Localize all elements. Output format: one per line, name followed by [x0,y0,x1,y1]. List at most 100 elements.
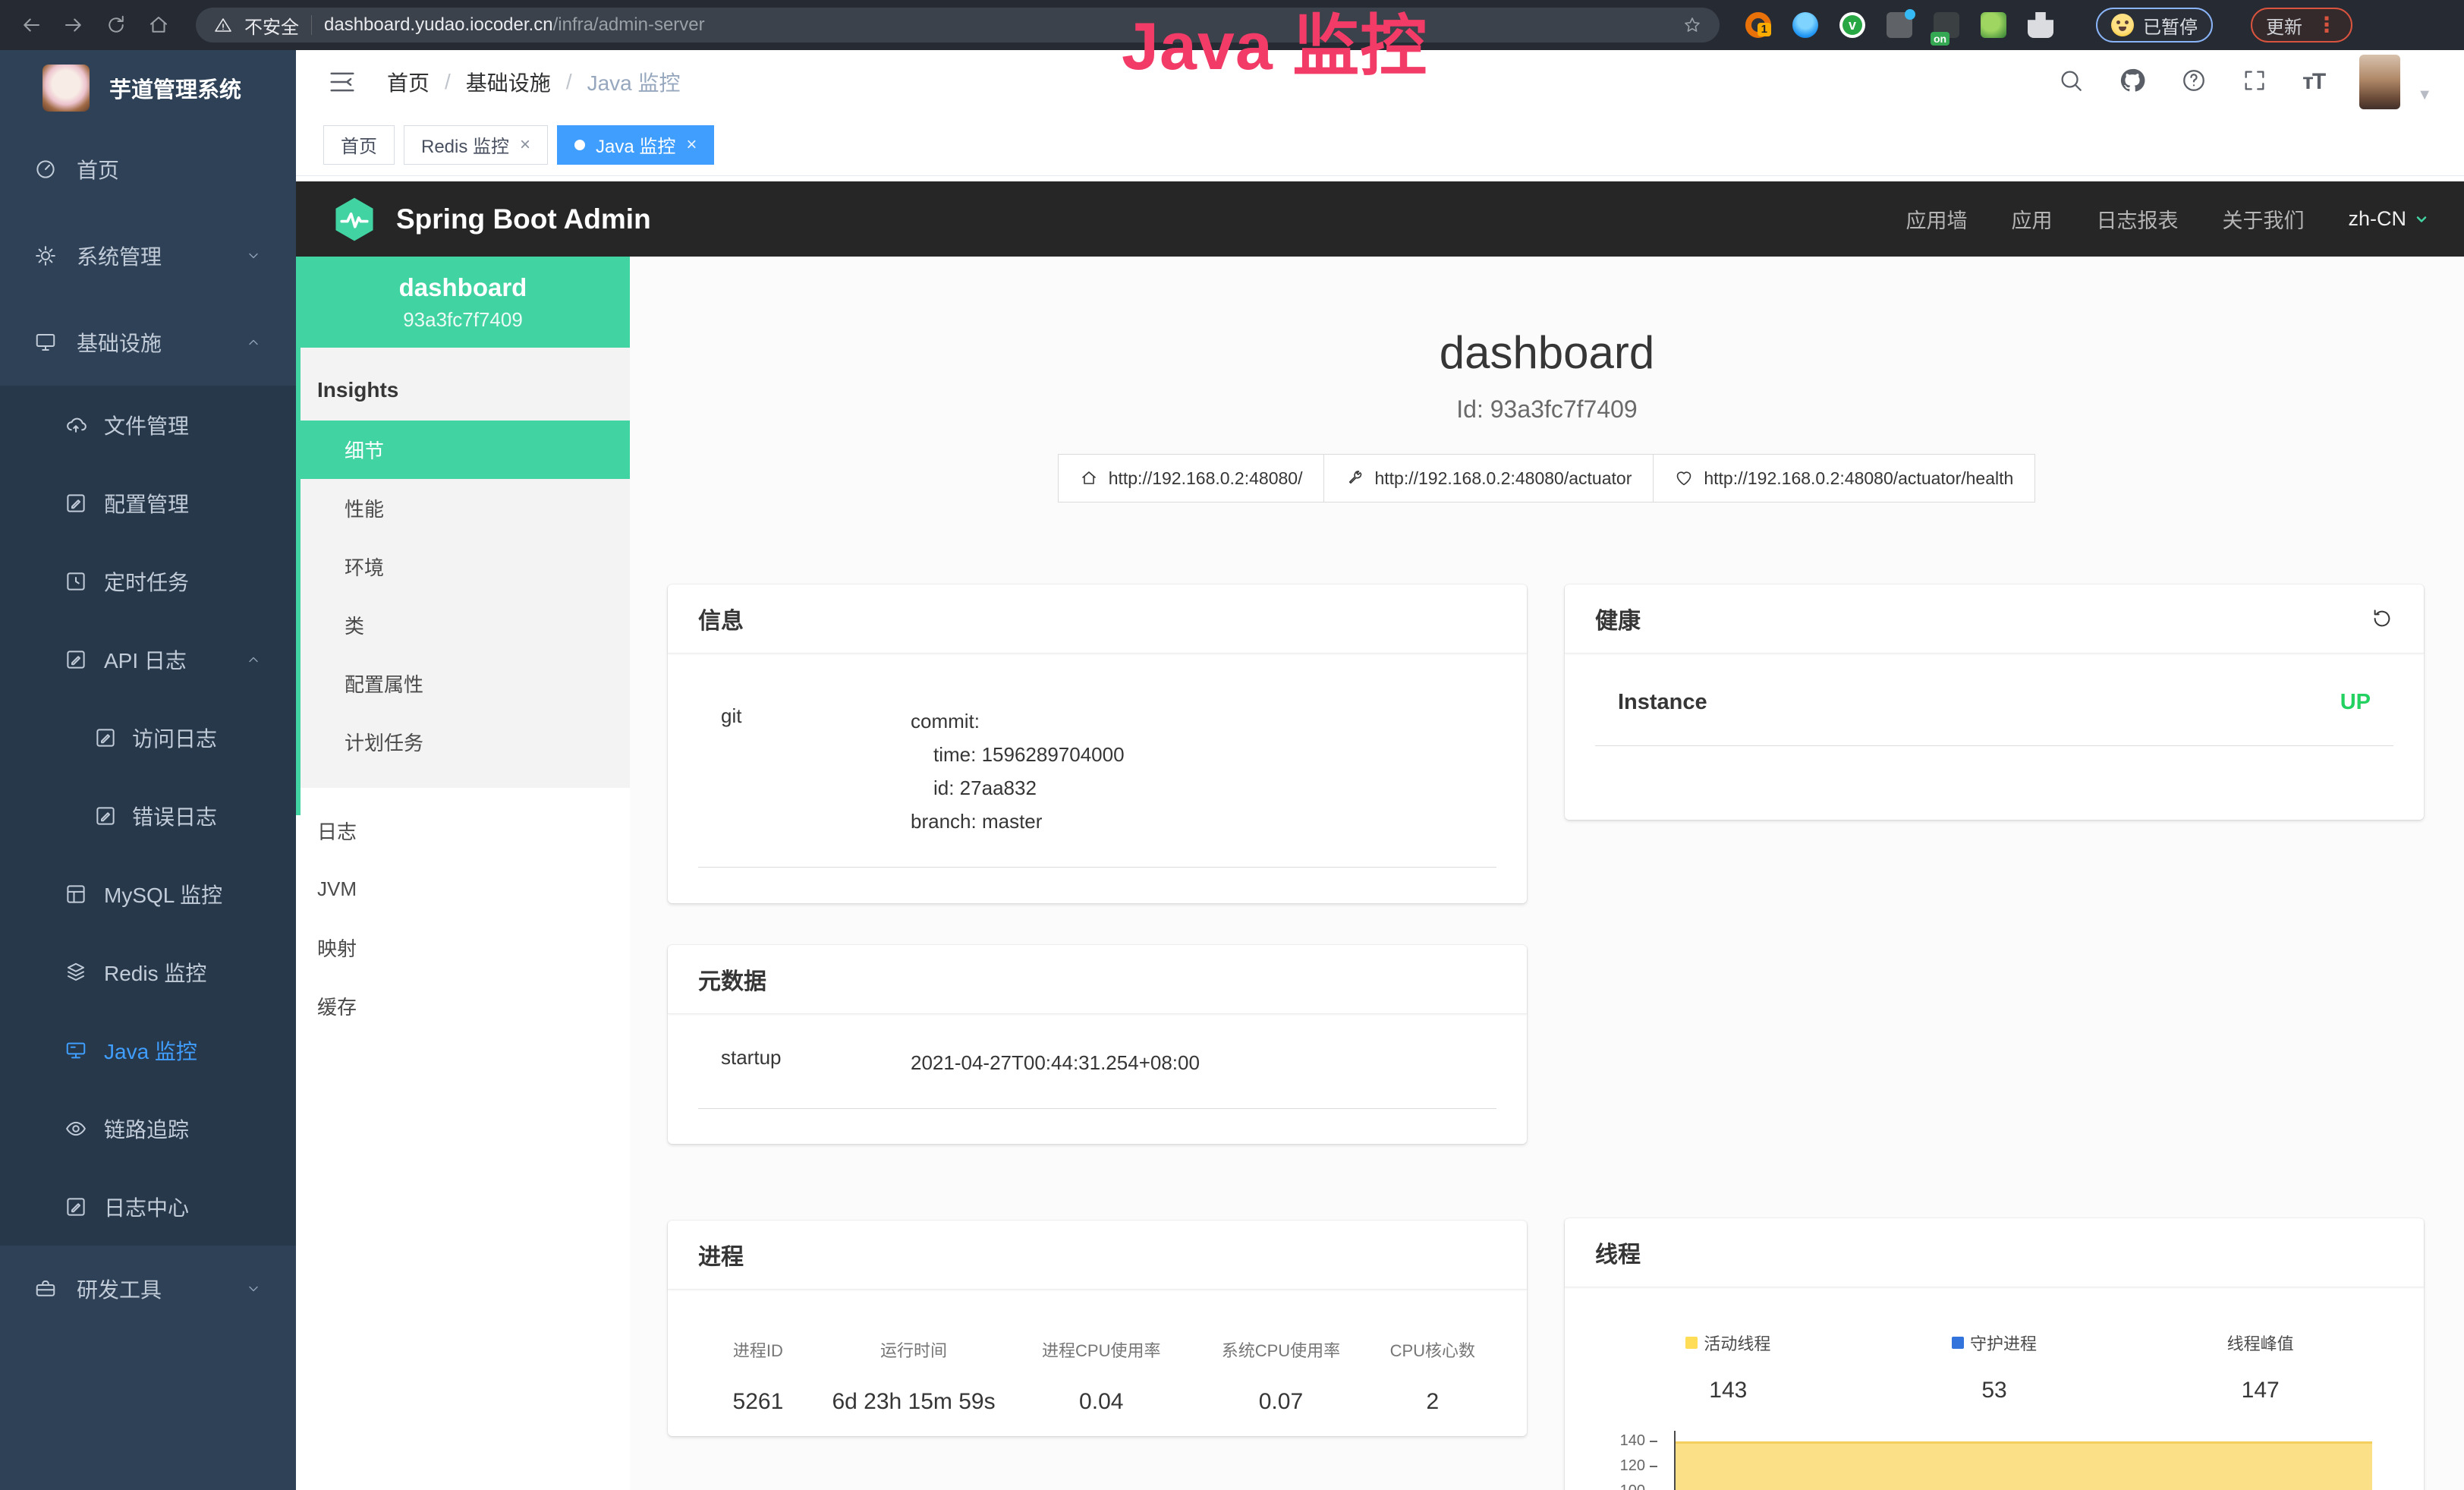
forward-icon[interactable] [62,14,85,36]
extension-pin-icon[interactable] [1792,12,1818,38]
profile-paused-badge[interactable]: 已暂停 [2096,8,2213,43]
sidebar-item-file-mgmt[interactable]: 文件管理 [0,386,296,464]
menu-item-scheduled-tasks[interactable]: 计划任务 [296,713,630,771]
sidebar-item-system-mgmt[interactable]: 系统管理 [0,213,296,299]
chevron-up-icon [246,652,261,667]
monitor-icon [34,331,57,354]
breadcrumb-home[interactable]: 首页 [387,67,430,97]
page-instance-id: Id: 93a3fc7f7409 [630,395,2464,424]
sidebar-item-infrastructure[interactable]: 基础设施 [0,299,296,386]
sba-nav-applications[interactable]: 应用 [2011,204,2052,234]
process-val-cpu-cores: 2 [1369,1389,1496,1415]
menu-item-details[interactable]: 细节 [296,421,630,479]
tab-redis-monitor[interactable]: Redis 监控 × [404,125,548,165]
legend-label-active: 活动线程 [1704,1331,1770,1355]
menu-item-mappings[interactable]: 映射 [296,918,630,977]
font-size-icon[interactable]: ᴛT [2302,69,2324,95]
menu-item-logs[interactable]: 日志 [296,802,630,860]
gear-icon [34,244,57,267]
app-logo-row[interactable]: 芋道管理系统 [0,50,296,126]
sidebar-item-mysql-monitor[interactable]: MySQL 监控 [0,855,296,933]
process-col-cpu-cores: CPU核心数 [1369,1337,1496,1362]
sidebar-item-tracing[interactable]: 链路追踪 [0,1089,296,1167]
extension-orange-icon[interactable]: 1 [1745,12,1771,38]
sba-brand[interactable]: Spring Boot Admin [396,203,651,235]
user-avatar[interactable] [2359,55,2400,109]
sba-logo-icon [331,196,378,243]
legend-label-daemon: 守护进程 [1970,1331,2037,1355]
sidebar-item-error-logs[interactable]: 错误日志 [0,777,296,855]
history-icon[interactable] [2371,607,2393,630]
browser-menu-kebab-icon[interactable]: ⋮ [2316,14,2337,36]
extension-green-circle-icon[interactable]: v [1839,12,1865,38]
reload-icon[interactable] [105,14,127,36]
sidebar-item-java-monitor[interactable]: Java 监控 [0,1011,296,1089]
card-threads: 线程 活动线程 143 守护进程 53 线程峰值 147 [1565,1218,2424,1490]
menu-item-jvm[interactable]: JVM [296,860,630,918]
sidebar-collapse-icon[interactable] [328,68,357,96]
not-secure-warning-icon[interactable] [214,16,232,34]
address-bar[interactable]: 不安全 dashboard.yudao.iocoder.cn/infra/adm… [196,8,1720,43]
process-col-pid: 进程ID [698,1337,818,1362]
home-icon[interactable] [147,14,170,36]
sba-main-content: dashboard Id: 93a3fc7f7409 http://192.16… [630,257,2464,1490]
sidebar-scrollbar-thumb[interactable] [296,348,301,815]
sidebar-item-config-mgmt[interactable]: 配置管理 [0,464,296,542]
service-url-link[interactable]: http://192.168.0.2:48080/ [1058,454,1325,502]
menu-item-environment[interactable]: 环境 [296,537,630,596]
sba-language-select[interactable]: zh-CN [2348,207,2429,231]
close-icon[interactable]: × [686,136,697,154]
insights-section: Insights 细节 性能 环境 类 配置属性 计划任务 [296,348,630,788]
sidebar-item-scheduled-tasks[interactable]: 定时任务 [0,542,296,620]
sidebar-item-api-logs[interactable]: API 日志 [0,620,296,698]
extension-dark-icon[interactable]: on [1934,12,1959,38]
extension-leaf-icon[interactable] [1981,12,2006,38]
menu-item-caches[interactable]: 缓存 [296,977,630,1035]
threads-area-chart: 140 120 100 [1595,1429,2393,1490]
card-health: 健康 Instance UP [1565,584,2424,820]
sidebar-item-log-center[interactable]: 日志中心 [0,1167,296,1246]
sidebar-item-home[interactable]: 首页 [0,126,296,213]
back-icon[interactable] [20,14,42,36]
sidebar-item-dev-tools[interactable]: 研发工具 [0,1246,296,1332]
menu-item-classes[interactable]: 类 [296,596,630,654]
instance-links: http://192.168.0.2:48080/ http://192.168… [630,454,2464,502]
health-url-link[interactable]: http://192.168.0.2:48080/actuator/health [1653,454,2035,502]
fullscreen-icon[interactable] [2242,68,2267,97]
sba-instance-sidebar: dashboard 93a3fc7f7409 Insights 细节 性能 环境… [296,257,630,1490]
tab-java-monitor[interactable]: Java 监控 × [557,125,714,165]
github-icon[interactable] [2119,67,2146,98]
breadcrumb: 首页 / 基础设施 / Java 监控 [387,67,681,97]
process-val-system-cpu: 0.07 [1193,1389,1368,1415]
browser-update-button[interactable]: 更新 ⋮ [2251,8,2352,43]
page-title: dashboard [630,326,2464,379]
wrench-icon [1345,469,1364,487]
sba-nav-journal[interactable]: 日志报表 [2096,204,2178,234]
topbar-actions: ᴛT ▼ [2058,55,2432,109]
close-icon[interactable]: × [520,136,530,154]
sidebar-item-redis-monitor[interactable]: Redis 监控 [0,933,296,1011]
sidebar-item-access-logs[interactable]: 访问日志 [0,698,296,777]
bookmark-star-icon[interactable] [1683,16,1701,34]
avatar-caret-icon[interactable]: ▼ [2417,87,2432,104]
health-row-label: Instance [1618,690,1707,715]
search-icon[interactable] [2058,68,2084,97]
extension-grid-icon[interactable] [1887,12,1912,38]
actuator-url-link[interactable]: http://192.168.0.2:48080/actuator [1323,454,1654,502]
info-row-value: commit: time: 1596289704000 id: 27aa832 … [911,704,1125,838]
tab-home[interactable]: 首页 [323,125,395,165]
sba-nav-wallboard[interactable]: 应用墙 [1905,204,1967,234]
menu-item-metrics[interactable]: 性能 [296,479,630,537]
app-logo [42,65,90,112]
process-col-uptime: 运行时间 [818,1337,1009,1362]
chevron-down-icon [246,1281,261,1296]
instance-heading: dashboard Id: 93a3fc7f7409 [630,326,2464,424]
help-icon[interactable] [2181,68,2207,97]
breadcrumb-infrastructure[interactable]: 基础设施 [466,67,551,97]
timer-icon [65,570,87,593]
extensions-puzzle-icon[interactable] [2028,12,2053,38]
menu-item-config-props[interactable]: 配置属性 [296,654,630,713]
chevron-down-icon [246,248,261,263]
sba-nav-about[interactable]: 关于我们 [2222,204,2304,234]
breadcrumb-separator: / [566,70,572,94]
